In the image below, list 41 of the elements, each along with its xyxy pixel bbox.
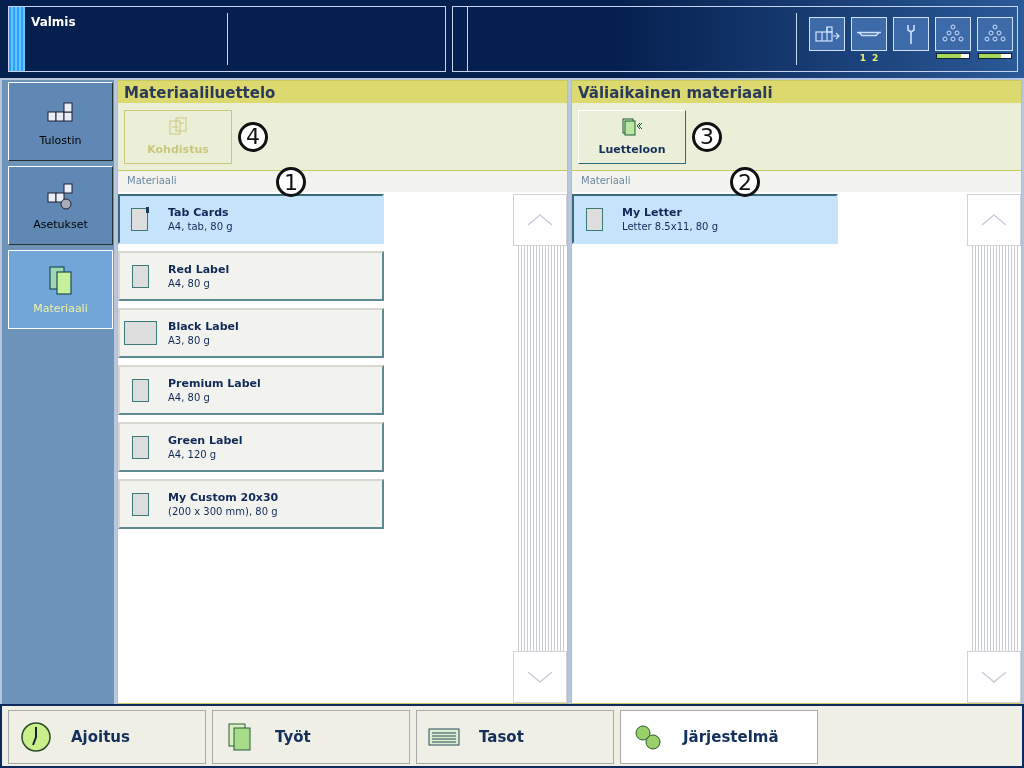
tray-icon	[856, 31, 882, 37]
callout-number: 3	[692, 121, 722, 152]
panel-title: Väliaikainen materiaali	[572, 81, 1021, 103]
material-row[interactable]: Premium Label A4, 80 g	[118, 365, 384, 415]
toner-button[interactable]	[935, 17, 971, 51]
bottom-tab[interactable]: Järjestelmä	[620, 710, 818, 764]
column-header: Materiaali	[581, 175, 631, 186]
material-row[interactable]: Green Label A4, 120 g	[118, 422, 384, 472]
wrench-icon	[907, 23, 915, 45]
pages-arrow-icon	[619, 117, 645, 139]
sidebar-item[interactable]: Asetukset	[8, 166, 113, 245]
paper-icon	[123, 321, 157, 345]
paper-icon	[131, 378, 149, 402]
tab-paper-icon	[130, 207, 150, 231]
callout-number: 4	[238, 121, 268, 152]
tray-numbers: 1 2	[859, 53, 879, 63]
material-row[interactable]: Tab Cards A4, tab, 80 g	[118, 194, 384, 244]
toner-button[interactable]	[977, 17, 1013, 51]
column-header: Materiaali	[127, 175, 177, 186]
bottom-tab[interactable]: Ajoitus	[8, 710, 206, 764]
sidebar-item[interactable]: Tulostin	[8, 82, 113, 161]
add-to-list-button[interactable]: Luetteloon	[578, 109, 686, 164]
panel-title: Materiaaliluettelo	[118, 81, 567, 103]
bottom-tab[interactable]: Työt	[212, 710, 410, 764]
material-row[interactable]: My Custom 20x30 (200 x 300 mm), 80 g	[118, 479, 384, 529]
material-row[interactable]: Red Label A4, 80 g	[118, 251, 384, 301]
paper-icon	[131, 435, 149, 459]
bottom-tab[interactable]: Tasot	[416, 710, 614, 764]
callout-number: 1	[276, 167, 306, 197]
paper-icon	[131, 492, 149, 516]
printer-status-button[interactable]	[809, 17, 845, 51]
maintenance-button[interactable]	[893, 17, 929, 51]
paper-icon	[131, 264, 149, 288]
paper-icon	[585, 207, 603, 231]
status-stripe	[9, 7, 25, 71]
material-row[interactable]: My Letter Letter 8.5x11, 80 g	[572, 194, 838, 244]
material-row[interactable]: Black Label A3, 80 g	[118, 308, 384, 358]
clock-icon	[19, 721, 53, 753]
status-text: Valmis	[30, 14, 77, 31]
callout-number: 2	[730, 167, 760, 197]
tray-status-button[interactable]	[851, 17, 887, 51]
